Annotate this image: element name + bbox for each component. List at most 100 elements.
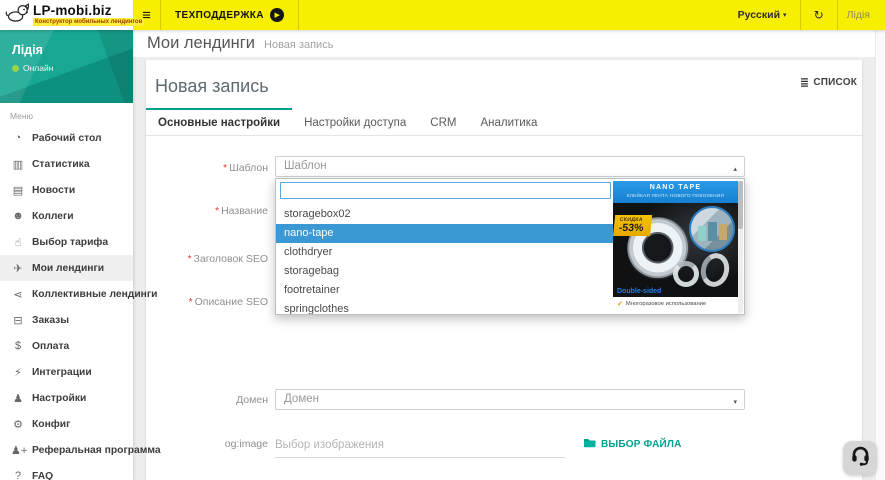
template-search-input[interactable] bbox=[280, 182, 611, 199]
list-icon: ≣ bbox=[800, 76, 809, 89]
sidebar-item-statistics[interactable]: ▥ Статистика bbox=[0, 151, 133, 177]
required-asterisk: * bbox=[189, 296, 193, 308]
plug-icon: ⚡ bbox=[11, 366, 25, 379]
logo-dog-icon bbox=[5, 3, 29, 28]
sidebar-item-my-landings[interactable]: ✈ Мои лендинги bbox=[0, 255, 133, 281]
support-button[interactable]: ТЕХПОДДЕРЖКА ▶ bbox=[161, 0, 299, 30]
language-selector[interactable]: Русский ▾ bbox=[725, 9, 800, 21]
user-icon: ♟ bbox=[11, 392, 25, 405]
dropdown-scrollbar-thumb[interactable] bbox=[738, 181, 743, 229]
card-title: Новая запись bbox=[155, 76, 269, 97]
question-icon: ? bbox=[11, 470, 25, 480]
template-label: *Шаблон bbox=[146, 162, 268, 174]
share-icon: ⋖ bbox=[11, 288, 25, 301]
sidebar-item-orders[interactable]: ⊟ Заказы bbox=[0, 307, 133, 333]
sidebar-user-panel: Лідія Онлайн bbox=[0, 30, 133, 103]
new-record-card: Новая запись ≣ СПИСОК Основные настройки… bbox=[146, 60, 862, 480]
template-option[interactable]: storagebag bbox=[276, 262, 615, 281]
tape-ring-image bbox=[673, 261, 699, 287]
sidebar-item-settings[interactable]: ♟ Настройки bbox=[0, 385, 133, 411]
preview-header: NANO TAPE КЛЕЙКАЯ ЛЕНТА НОВОГО ПОКОЛЕНИЯ bbox=[613, 181, 738, 203]
sidebar-item-faq[interactable]: ? FAQ bbox=[0, 463, 133, 480]
support-chat-widget[interactable] bbox=[843, 441, 877, 475]
template-option[interactable]: storagebox02 bbox=[276, 205, 615, 224]
chevron-up-icon: ▴ bbox=[733, 160, 737, 179]
sidebar-item-integrations[interactable]: ⚡ Интеграции bbox=[0, 359, 133, 385]
discount-badge: СКИДКА -53% bbox=[613, 215, 652, 236]
logo-subtitle: Конструктор мобильных лендингов bbox=[33, 18, 144, 26]
og-image-label: og:image bbox=[146, 438, 268, 450]
tab-crm[interactable]: CRM bbox=[418, 108, 468, 135]
dropdown-scrollbar[interactable] bbox=[738, 181, 743, 313]
sidebar: Лідія Онлайн Меню ◔ Рабочий стол ▥ Стати… bbox=[0, 30, 133, 480]
domain-label: Домен bbox=[146, 394, 268, 406]
domain-select[interactable]: Домен ▾ bbox=[275, 389, 745, 410]
logo[interactable]: LP-mobi.biz Конструктор мобильных лендин… bbox=[0, 0, 133, 30]
page-title: Мои лендинги bbox=[147, 30, 255, 57]
preview-product-photo: СКИДКА -53% Double-sided bbox=[613, 203, 738, 297]
preview-title: NANO TAPE bbox=[613, 184, 738, 191]
template-select[interactable]: Шаблон ▴ bbox=[275, 156, 745, 177]
breadcrumb: Новая запись bbox=[264, 39, 333, 51]
template-preview-image: NANO TAPE КЛЕЙКАЯ ЛЕНТА НОВОГО ПОКОЛЕНИЯ… bbox=[613, 181, 738, 311]
sidebar-item-tariff[interactable]: ☝ Выбор тарифа bbox=[0, 229, 133, 255]
telegram-icon: ▶ bbox=[270, 8, 284, 22]
user-plus-icon: ♟+ bbox=[11, 444, 25, 457]
list-button[interactable]: ≣ СПИСОК bbox=[800, 76, 857, 89]
tape-ring-image bbox=[697, 250, 732, 290]
name-label: *Название bbox=[146, 205, 268, 217]
news-icon: ▤ bbox=[11, 184, 25, 197]
dollar-icon: $ bbox=[11, 340, 25, 352]
sidebar-item-desktop[interactable]: ◔ Рабочий стол bbox=[0, 125, 133, 151]
logo-title: LP-mobi.biz bbox=[33, 4, 144, 18]
chevron-down-icon: ▾ bbox=[733, 393, 737, 412]
template-option[interactable]: footretainer bbox=[276, 281, 615, 300]
sidebar-menu-label: Меню bbox=[0, 103, 133, 125]
sidebar-item-collective-landings[interactable]: ⋖ Коллективные лендинги bbox=[0, 281, 133, 307]
tab-access-settings[interactable]: Настройки доступа bbox=[292, 108, 418, 135]
preview-caption: Double-sided bbox=[617, 288, 661, 295]
sidebar-user-status: Онлайн bbox=[23, 63, 53, 73]
preview-subtitle: КЛЕЙКАЯ ЛЕНТА НОВОГО ПОКОЛЕНИЯ bbox=[613, 193, 738, 198]
sidebar-item-news[interactable]: ▤ Новости bbox=[0, 177, 133, 203]
required-asterisk: * bbox=[215, 205, 219, 217]
preview-feature-row: ✔ Многоразовое использование bbox=[613, 297, 738, 311]
template-option-list: storagebox02 nano-tape clothdryer storag… bbox=[276, 205, 615, 314]
content-header: Мои лендинги Новая запись bbox=[133, 30, 885, 57]
choose-file-button[interactable]: ВЫБОР ФАЙЛА bbox=[583, 437, 682, 451]
seo-description-label: *Описание SEO bbox=[146, 296, 268, 308]
sidebar-item-payment[interactable]: $ Оплата bbox=[0, 333, 133, 359]
tab-analytics[interactable]: Аналитика bbox=[468, 108, 549, 135]
sidebar-user-name: Лідія bbox=[12, 43, 133, 57]
topbar-username[interactable]: Лідія bbox=[838, 9, 879, 21]
folder-icon bbox=[583, 437, 596, 451]
template-option-selected[interactable]: nano-tape bbox=[276, 224, 615, 243]
thumbs-up-icon: ☝ bbox=[11, 236, 25, 249]
tab-main-settings[interactable]: Основные настройки bbox=[146, 108, 292, 135]
template-option[interactable]: clothdryer bbox=[276, 243, 615, 262]
chevron-down-icon: ▾ bbox=[783, 11, 787, 19]
gears-icon: ⚙ bbox=[11, 418, 25, 431]
preview-inset-photo bbox=[689, 206, 735, 252]
template-dropdown: storagebox02 nano-tape clothdryer storag… bbox=[275, 178, 745, 315]
cart-icon: ⊟ bbox=[11, 314, 25, 327]
refresh-icon[interactable]: ↻ bbox=[801, 8, 837, 22]
topbar: LP-mobi.biz Конструктор мобильных лендин… bbox=[0, 0, 885, 30]
online-status-dot bbox=[12, 65, 19, 72]
support-label: ТЕХПОДДЕРЖКА bbox=[175, 10, 264, 21]
check-icon: ✔ bbox=[617, 300, 623, 308]
desktop-icon: ◔ bbox=[11, 132, 25, 144]
rocket-icon: ✈ bbox=[11, 262, 25, 275]
required-asterisk: * bbox=[187, 253, 191, 265]
sidebar-item-config[interactable]: ⚙ Конфиг bbox=[0, 411, 133, 437]
og-image-input[interactable] bbox=[275, 432, 565, 458]
language-label: Русский bbox=[738, 9, 780, 21]
hamburger-icon[interactable]: ≡ bbox=[133, 0, 161, 30]
sidebar-item-referral[interactable]: ♟+ Реферальная программа bbox=[0, 437, 133, 463]
template-option[interactable]: springclothes bbox=[276, 300, 615, 314]
chart-icon: ▥ bbox=[11, 158, 25, 171]
sidebar-item-colleagues[interactable]: ☻ Коллеги bbox=[0, 203, 133, 229]
required-asterisk: * bbox=[223, 162, 227, 174]
page-scrollbar[interactable] bbox=[875, 30, 885, 480]
seo-title-label: *Заголовок SEO bbox=[146, 253, 268, 265]
